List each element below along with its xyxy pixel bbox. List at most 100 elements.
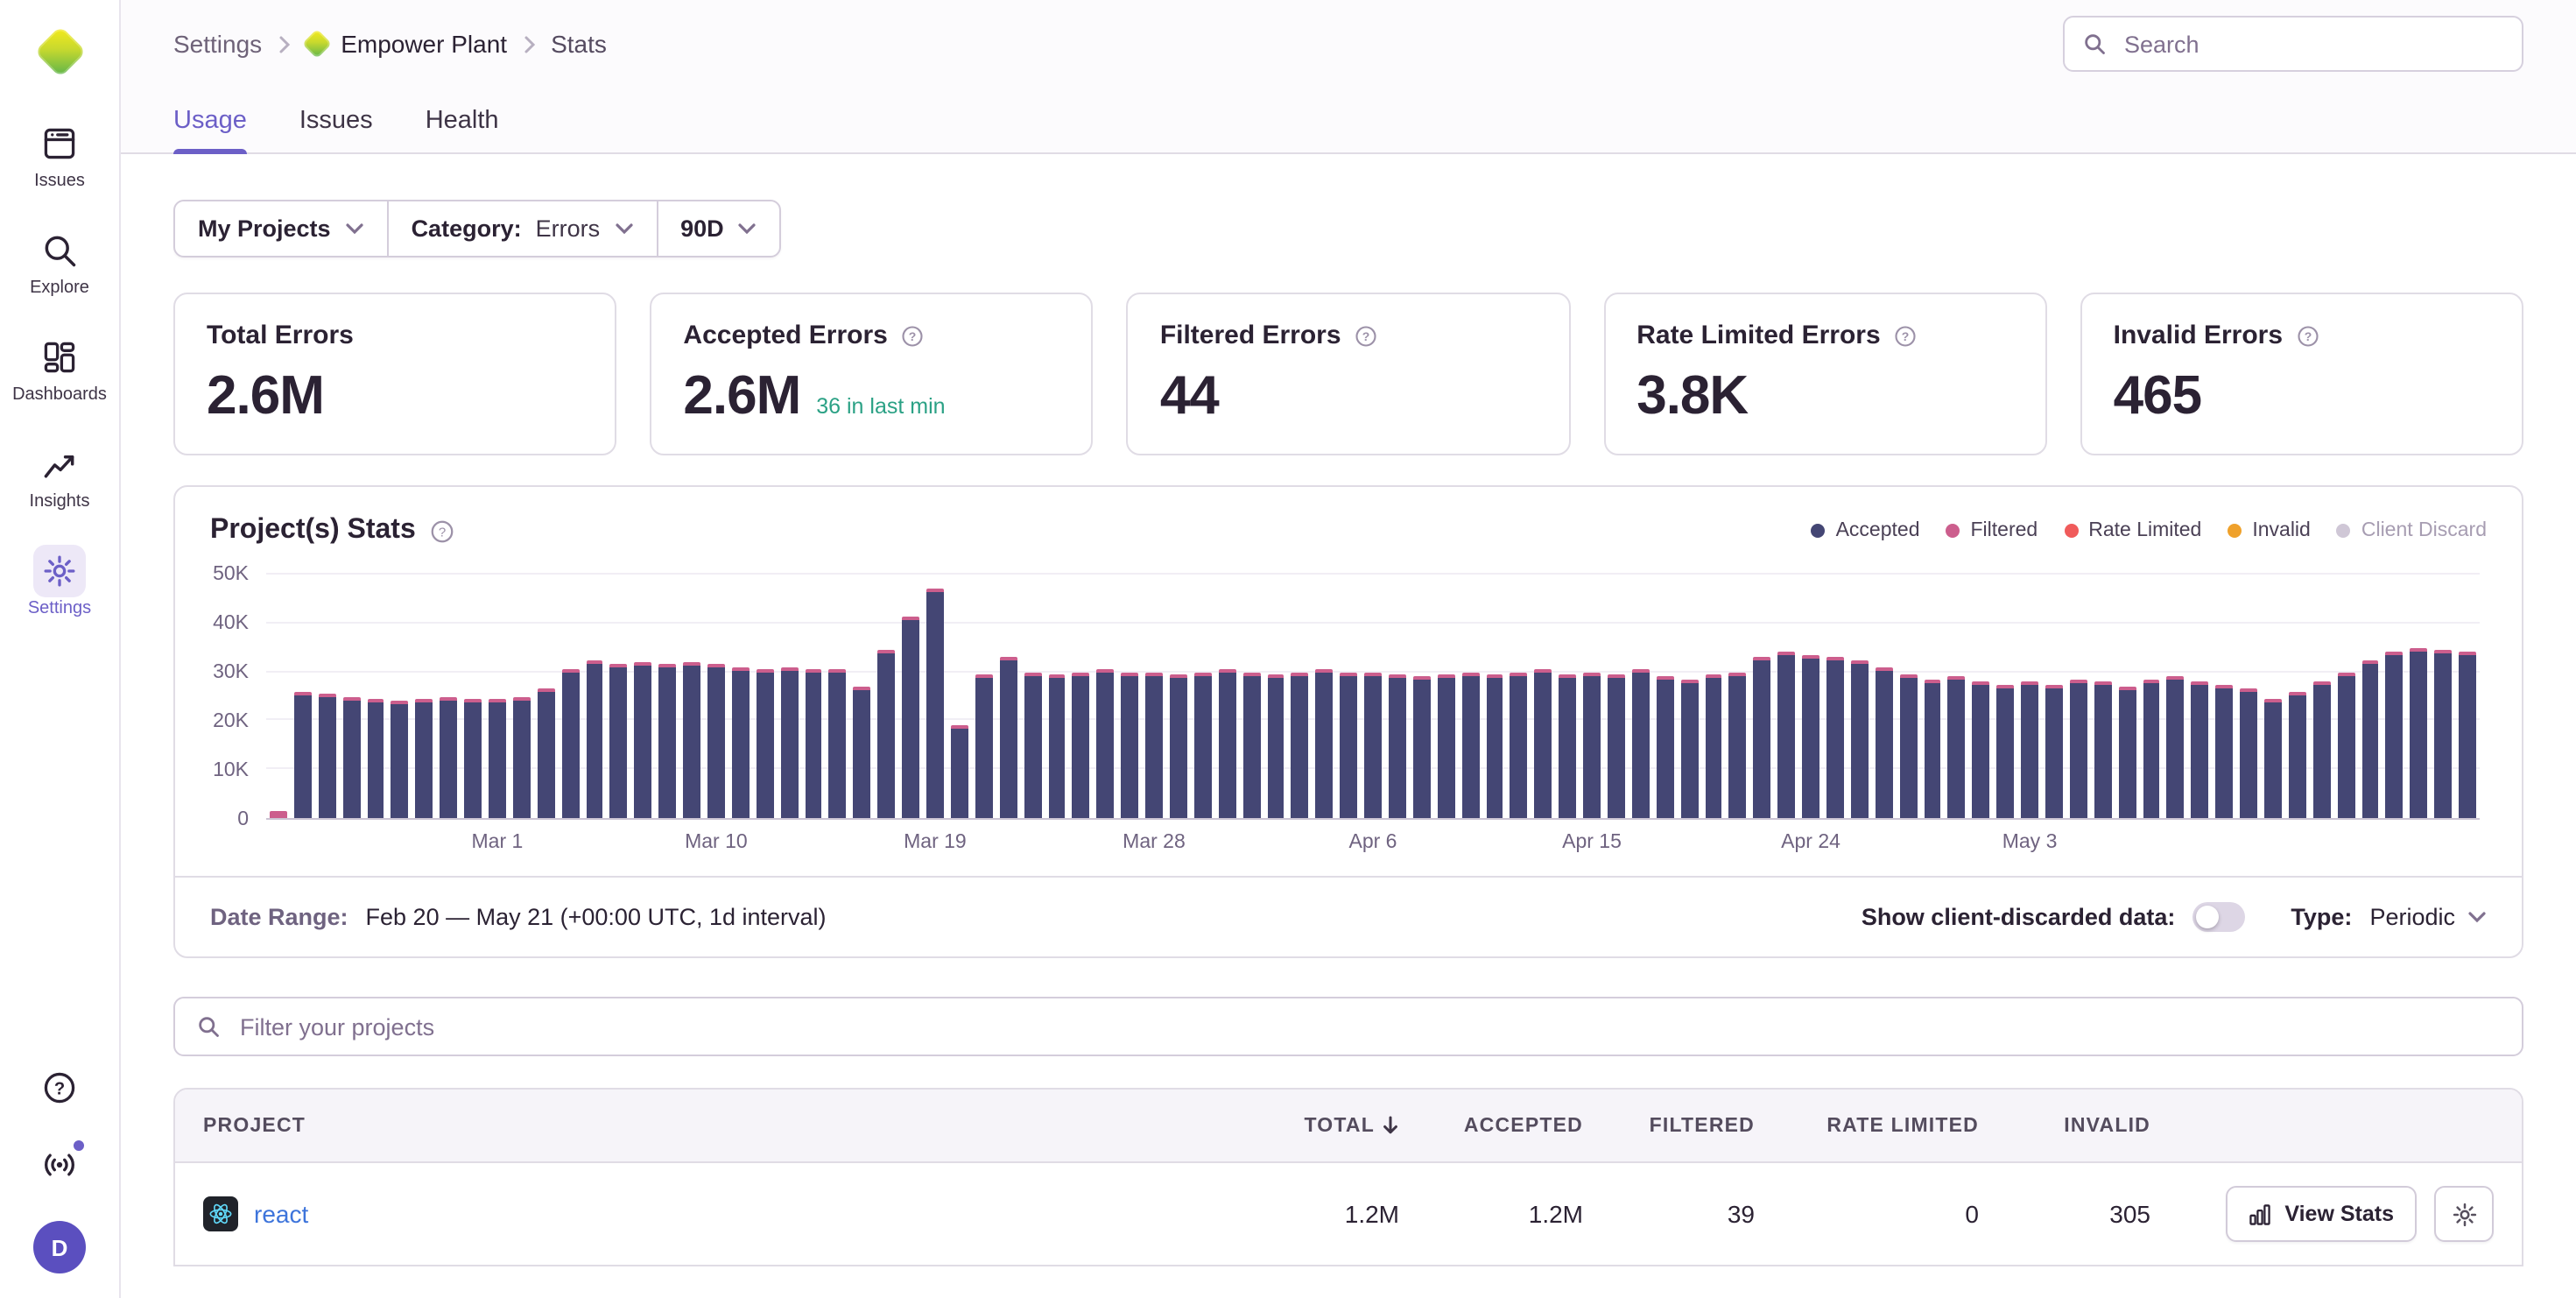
chart-bar[interactable] [2411,647,2428,818]
legend-item[interactable]: Invalid [2228,520,2311,541]
question-circle-icon[interactable]: ? [430,518,456,544]
chart-bar[interactable] [1121,672,1138,818]
user-avatar[interactable]: D [33,1221,86,1273]
chart-bar[interactable] [1048,674,1066,818]
legend-item[interactable]: Client Discard [2337,520,2487,541]
chart-bar[interactable] [1754,658,1771,818]
sidebar-item-issues[interactable]: Issues [4,123,116,191]
whats-new-button[interactable] [39,1144,81,1186]
chart-bar[interactable] [1680,680,1698,818]
chart-bar[interactable] [926,589,944,818]
chart-bar[interactable] [635,662,652,818]
my-projects-dropdown[interactable]: My Projects [175,201,387,256]
chart-bar[interactable] [2435,650,2453,818]
legend-item[interactable]: Filtered [1946,520,2038,541]
chart-bar[interactable] [1024,672,1041,818]
chart-bar[interactable] [1413,677,1431,818]
chart-bar[interactable] [1170,674,1187,818]
column-header-total[interactable]: Total [1198,1115,1399,1136]
chart-bar[interactable] [2264,699,2282,818]
project-filter[interactable] [173,997,2523,1056]
chart-bar[interactable] [659,665,677,818]
chart-bar[interactable] [2167,677,2185,818]
chart-bar[interactable] [1608,674,1625,818]
chart-bar[interactable] [1777,653,1795,818]
chart-bar[interactable] [1364,672,1382,818]
chart-bar[interactable] [1461,672,1479,818]
chart-bar[interactable] [489,699,506,818]
question-circle-icon[interactable]: ? [2295,323,2319,348]
chart-bar[interactable] [1292,672,1309,818]
project-filter-input[interactable] [236,1012,2501,1041]
sidebar-item-settings[interactable]: Settings [4,550,116,618]
chart-bar[interactable] [416,699,433,818]
chart-bar[interactable] [1267,674,1284,818]
chart-bar[interactable] [367,699,384,818]
help-button[interactable]: ? [39,1067,81,1109]
chart-bar[interactable] [270,811,287,818]
org-logo-button[interactable] [30,21,89,81]
global-search[interactable] [2063,16,2523,72]
chart-bar[interactable] [1826,658,1844,818]
chart-bar[interactable] [440,696,457,818]
chart-bar[interactable] [2192,681,2209,818]
chart-bar[interactable] [2337,672,2354,818]
tab-health[interactable]: Health [426,88,499,152]
chart-bar[interactable] [342,696,360,818]
sidebar-item-insights[interactable]: Insights [4,443,116,511]
chart-bar[interactable] [319,694,336,818]
column-header-project[interactable]: Project [203,1115,1198,1136]
chart-bar[interactable] [999,658,1017,818]
chart-bar[interactable] [1583,672,1601,818]
chart-bar[interactable] [780,667,798,818]
chart-bar[interactable] [2118,687,2136,818]
chart-bar[interactable] [1438,674,1455,818]
date-range-dropdown[interactable]: 90D [656,201,780,256]
chart-bar[interactable] [1657,677,1674,818]
chart-bar[interactable] [1486,674,1503,818]
chart-bar[interactable] [294,691,312,818]
view-stats-button[interactable]: View Stats [2225,1186,2417,1242]
chart-bar[interactable] [707,665,725,818]
chart-bar[interactable] [2240,689,2257,818]
chart-bar[interactable] [683,662,700,818]
chart-bar[interactable] [1876,667,1893,818]
column-header-rate-limited[interactable]: Rate Limited [1755,1115,1979,1136]
chart-bar[interactable] [878,650,896,818]
chart-bar[interactable] [2216,684,2234,818]
chart-bar[interactable] [1973,681,1990,818]
chart-bar[interactable] [757,669,774,818]
chart-bar[interactable] [829,669,847,818]
chart-bar[interactable] [1996,684,2014,818]
chart-bar[interactable] [1559,674,1576,818]
chart-bar[interactable] [1705,674,1722,818]
sidebar-item-explore[interactable]: Explore [4,229,116,298]
chart-bar[interactable] [1632,669,1650,818]
chart-bar[interactable] [1340,672,1357,818]
tab-usage[interactable]: Usage [173,88,247,152]
chart-bar[interactable] [561,669,579,818]
breadcrumb-settings[interactable]: Settings [173,30,262,58]
chart-bar[interactable] [1145,672,1163,818]
chart-bar[interactable] [513,696,531,818]
chart-bar[interactable] [902,616,919,818]
chart-bar[interactable] [1851,660,1869,818]
chart-bar[interactable] [1510,672,1528,818]
chart-bar[interactable] [538,689,555,818]
chart-bar[interactable] [2386,653,2404,818]
chart-bar[interactable] [2045,684,2063,818]
chart-bar[interactable] [610,665,628,818]
chart-bar[interactable] [1097,669,1115,818]
search-input[interactable] [2121,29,2504,59]
chart-bar[interactable] [854,687,871,818]
chart-bar[interactable] [1389,674,1406,818]
chart-bar[interactable] [1242,672,1260,818]
chart-bar[interactable] [1218,669,1235,818]
chart-bar[interactable] [2361,660,2379,818]
chart-bar[interactable] [2459,653,2476,818]
column-header-invalid[interactable]: Invalid [1979,1115,2150,1136]
question-circle-icon[interactable]: ? [1354,323,1378,348]
chart-bar[interactable] [2021,681,2038,818]
chart-bar[interactable] [1316,669,1334,818]
chart-bar[interactable] [805,669,822,818]
